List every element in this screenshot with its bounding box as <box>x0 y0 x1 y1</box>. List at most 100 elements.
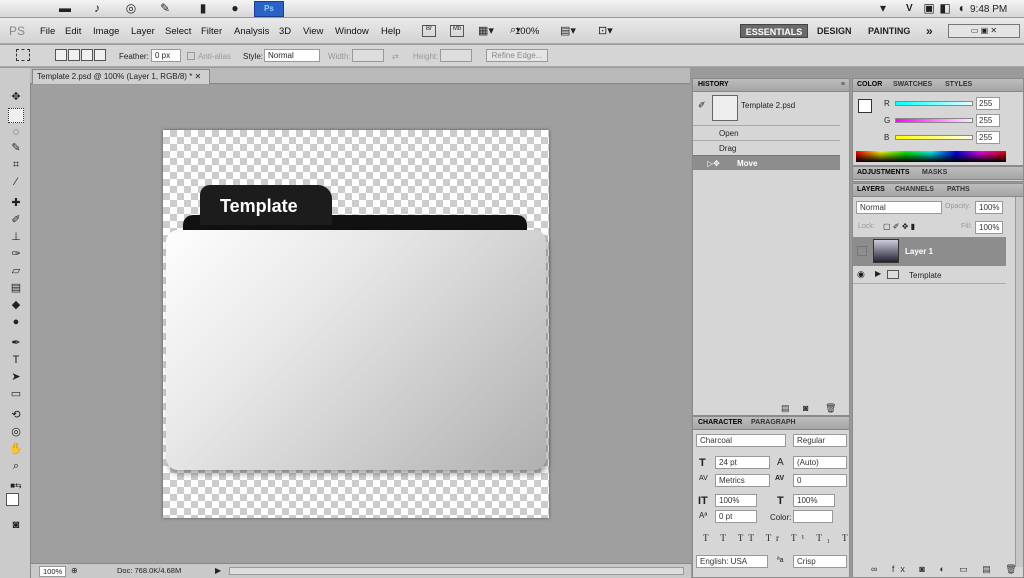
more-workspaces[interactable]: » <box>926 24 933 38</box>
photoshop-dock-icon[interactable]: Ps <box>254 1 284 17</box>
history-brush-source-icon[interactable]: ✐ <box>698 100 706 111</box>
add-selection-icon[interactable] <box>68 49 80 61</box>
finder-icon[interactable]: ▬ <box>58 1 72 15</box>
input-language[interactable]: V <box>906 3 913 14</box>
height-input[interactable] <box>440 49 472 62</box>
view-extras-icon[interactable]: ▦▾ <box>478 24 494 37</box>
history-tab[interactable]: HISTORY <box>698 81 729 88</box>
styles-tab[interactable]: STYLES <box>945 81 972 88</box>
feather-input[interactable]: 0 px <box>151 49 181 62</box>
menu-file[interactable]: File <box>40 26 55 37</box>
language-select[interactable]: English: USA <box>696 555 768 568</box>
color-ramp[interactable] <box>856 151 1006 162</box>
font-size-input[interactable]: 24 pt <box>715 456 770 469</box>
gradient-tool-icon[interactable]: ▤ <box>8 281 24 296</box>
workspace-painting[interactable]: PAINTING <box>868 24 910 38</box>
color-tab[interactable]: COLOR <box>857 81 882 88</box>
fill-input[interactable]: 100% <box>975 221 1003 234</box>
intersect-selection-icon[interactable] <box>94 49 106 61</box>
pen-tool-icon[interactable]: ✒ <box>8 336 24 351</box>
blend-mode-select[interactable]: Normal <box>856 201 942 214</box>
channel-b-slider[interactable] <box>895 135 973 140</box>
leading-input[interactable]: (Auto) <box>793 456 847 469</box>
minibridge-icon[interactable]: Mb <box>450 25 464 37</box>
snapshot-name[interactable]: Template 2.psd <box>741 101 795 110</box>
layers-scrollbar[interactable] <box>1015 197 1023 567</box>
move-tool-icon[interactable]: ✥ <box>8 90 24 105</box>
lasso-tool-icon[interactable]: ◌ <box>8 125 24 140</box>
new-document-icon[interactable]: ▤ <box>781 403 790 414</box>
quick-select-tool-icon[interactable]: ✎ <box>8 141 24 156</box>
path-select-tool-icon[interactable]: ➤ <box>8 370 24 385</box>
eyedropper-tool-icon[interactable]: ⁄ <box>8 175 24 190</box>
channel-r-slider[interactable] <box>895 101 973 106</box>
foreground-color[interactable] <box>6 493 19 506</box>
menu-window[interactable]: Window <box>335 26 369 37</box>
quick-mask-icon[interactable]: ◙ <box>8 518 24 533</box>
layer-row-template-group[interactable]: ◉ ▶ Template <box>853 266 1006 284</box>
font-style-select[interactable]: Regular <box>793 434 847 447</box>
lock-icons[interactable]: ▢ ✐ ✥ ▮ <box>883 222 915 231</box>
document-tab[interactable]: Template 2.psd @ 100% (Layer 1, RGB/8) *… <box>32 69 211 84</box>
shape-tool-icon[interactable]: ▭ <box>8 387 24 402</box>
arrange-icon[interactable]: ▤▾ <box>560 24 576 37</box>
marquee-tool-icon[interactable] <box>8 108 24 123</box>
window-controls[interactable]: ▭ ▣ ✕ <box>948 24 1020 38</box>
3d-orbit-tool-icon[interactable]: ◎ <box>8 425 24 440</box>
swap-colors-icon[interactable]: ■⇆ <box>8 478 24 493</box>
color-foreground-swatch[interactable] <box>858 99 872 113</box>
menu-edit[interactable]: Edit <box>65 26 81 37</box>
layer-visibility-toggle[interactable] <box>857 246 867 256</box>
menu-3d[interactable]: 3D <box>279 26 291 37</box>
dodge-tool-icon[interactable]: ● <box>8 315 24 330</box>
channel-b-value[interactable]: 255 <box>976 131 1000 144</box>
snapshot-thumbnail[interactable] <box>712 95 738 121</box>
baseline-input[interactable]: 0 pt <box>715 510 757 523</box>
type-tool-icon[interactable]: T <box>8 353 24 368</box>
menu-image[interactable]: Image <box>93 26 119 37</box>
opacity-input[interactable]: 100% <box>975 201 1003 214</box>
workspace-design[interactable]: DESIGN <box>817 24 852 38</box>
new-snapshot-icon[interactable]: ◙ <box>803 403 808 413</box>
swap-icon[interactable]: ⇄ <box>392 52 399 61</box>
paragraph-tab[interactable]: PARAGRAPH <box>751 419 796 426</box>
horizontal-scrollbar[interactable] <box>229 567 684 575</box>
adjustments-tab[interactable]: ADJUSTMENTS <box>857 169 910 176</box>
pen-icon[interactable]: ✎ <box>158 1 172 15</box>
browser-icon[interactable]: ◎ <box>124 1 138 15</box>
width-input[interactable] <box>352 49 384 62</box>
history-brush-icon[interactable]: ✑ <box>8 247 24 262</box>
horizontal-scale-input[interactable]: 100% <box>793 494 835 507</box>
antialias-select[interactable]: Crisp <box>793 555 847 568</box>
marquee-preset-icon[interactable] <box>16 49 30 61</box>
volume-icon[interactable]: ◖ <box>954 1 968 15</box>
apple-icon[interactable] <box>14 1 28 15</box>
menu-layer[interactable]: Layer <box>131 26 155 37</box>
stamp-tool-icon[interactable]: ⊥ <box>8 230 24 245</box>
vertical-scale-input[interactable]: 100% <box>715 494 757 507</box>
crop-tool-icon[interactable]: ⌗ <box>8 158 24 173</box>
tracking-input[interactable]: 0 <box>793 474 847 487</box>
app2-icon[interactable]: ● <box>228 1 242 15</box>
screen-icon[interactable]: ◧ <box>938 1 952 15</box>
character-tab[interactable]: CHARACTER <box>698 419 742 426</box>
battery-icon[interactable]: ▣ <box>922 1 936 15</box>
bridge-icon[interactable]: Br <box>422 25 436 37</box>
kerning-input[interactable]: Metrics <box>715 474 770 487</box>
menu-help[interactable]: Help <box>381 26 401 37</box>
healing-tool-icon[interactable]: ✚ <box>8 196 24 211</box>
expand-group-icon[interactable]: ▶ <box>875 269 881 278</box>
status-zoom[interactable]: 100% <box>39 566 67 577</box>
text-color-swatch[interactable] <box>793 510 833 523</box>
eraser-tool-icon[interactable]: ▱ <box>8 264 24 279</box>
new-selection-icon[interactable] <box>55 49 67 61</box>
menu-filter[interactable]: Filter <box>201 26 222 37</box>
channel-g-value[interactable]: 255 <box>976 114 1000 127</box>
font-family-select[interactable]: Charcoal <box>696 434 786 447</box>
blur-tool-icon[interactable]: ◆ <box>8 298 24 313</box>
style-select[interactable]: Normal <box>264 49 320 62</box>
history-step-drag[interactable]: Drag <box>693 140 840 155</box>
layer-row-layer1[interactable]: Layer 1 <box>853 237 1006 266</box>
paths-tab[interactable]: PATHS <box>947 186 970 193</box>
zoom-tool-icon-left[interactable]: ⌕ <box>8 459 24 474</box>
